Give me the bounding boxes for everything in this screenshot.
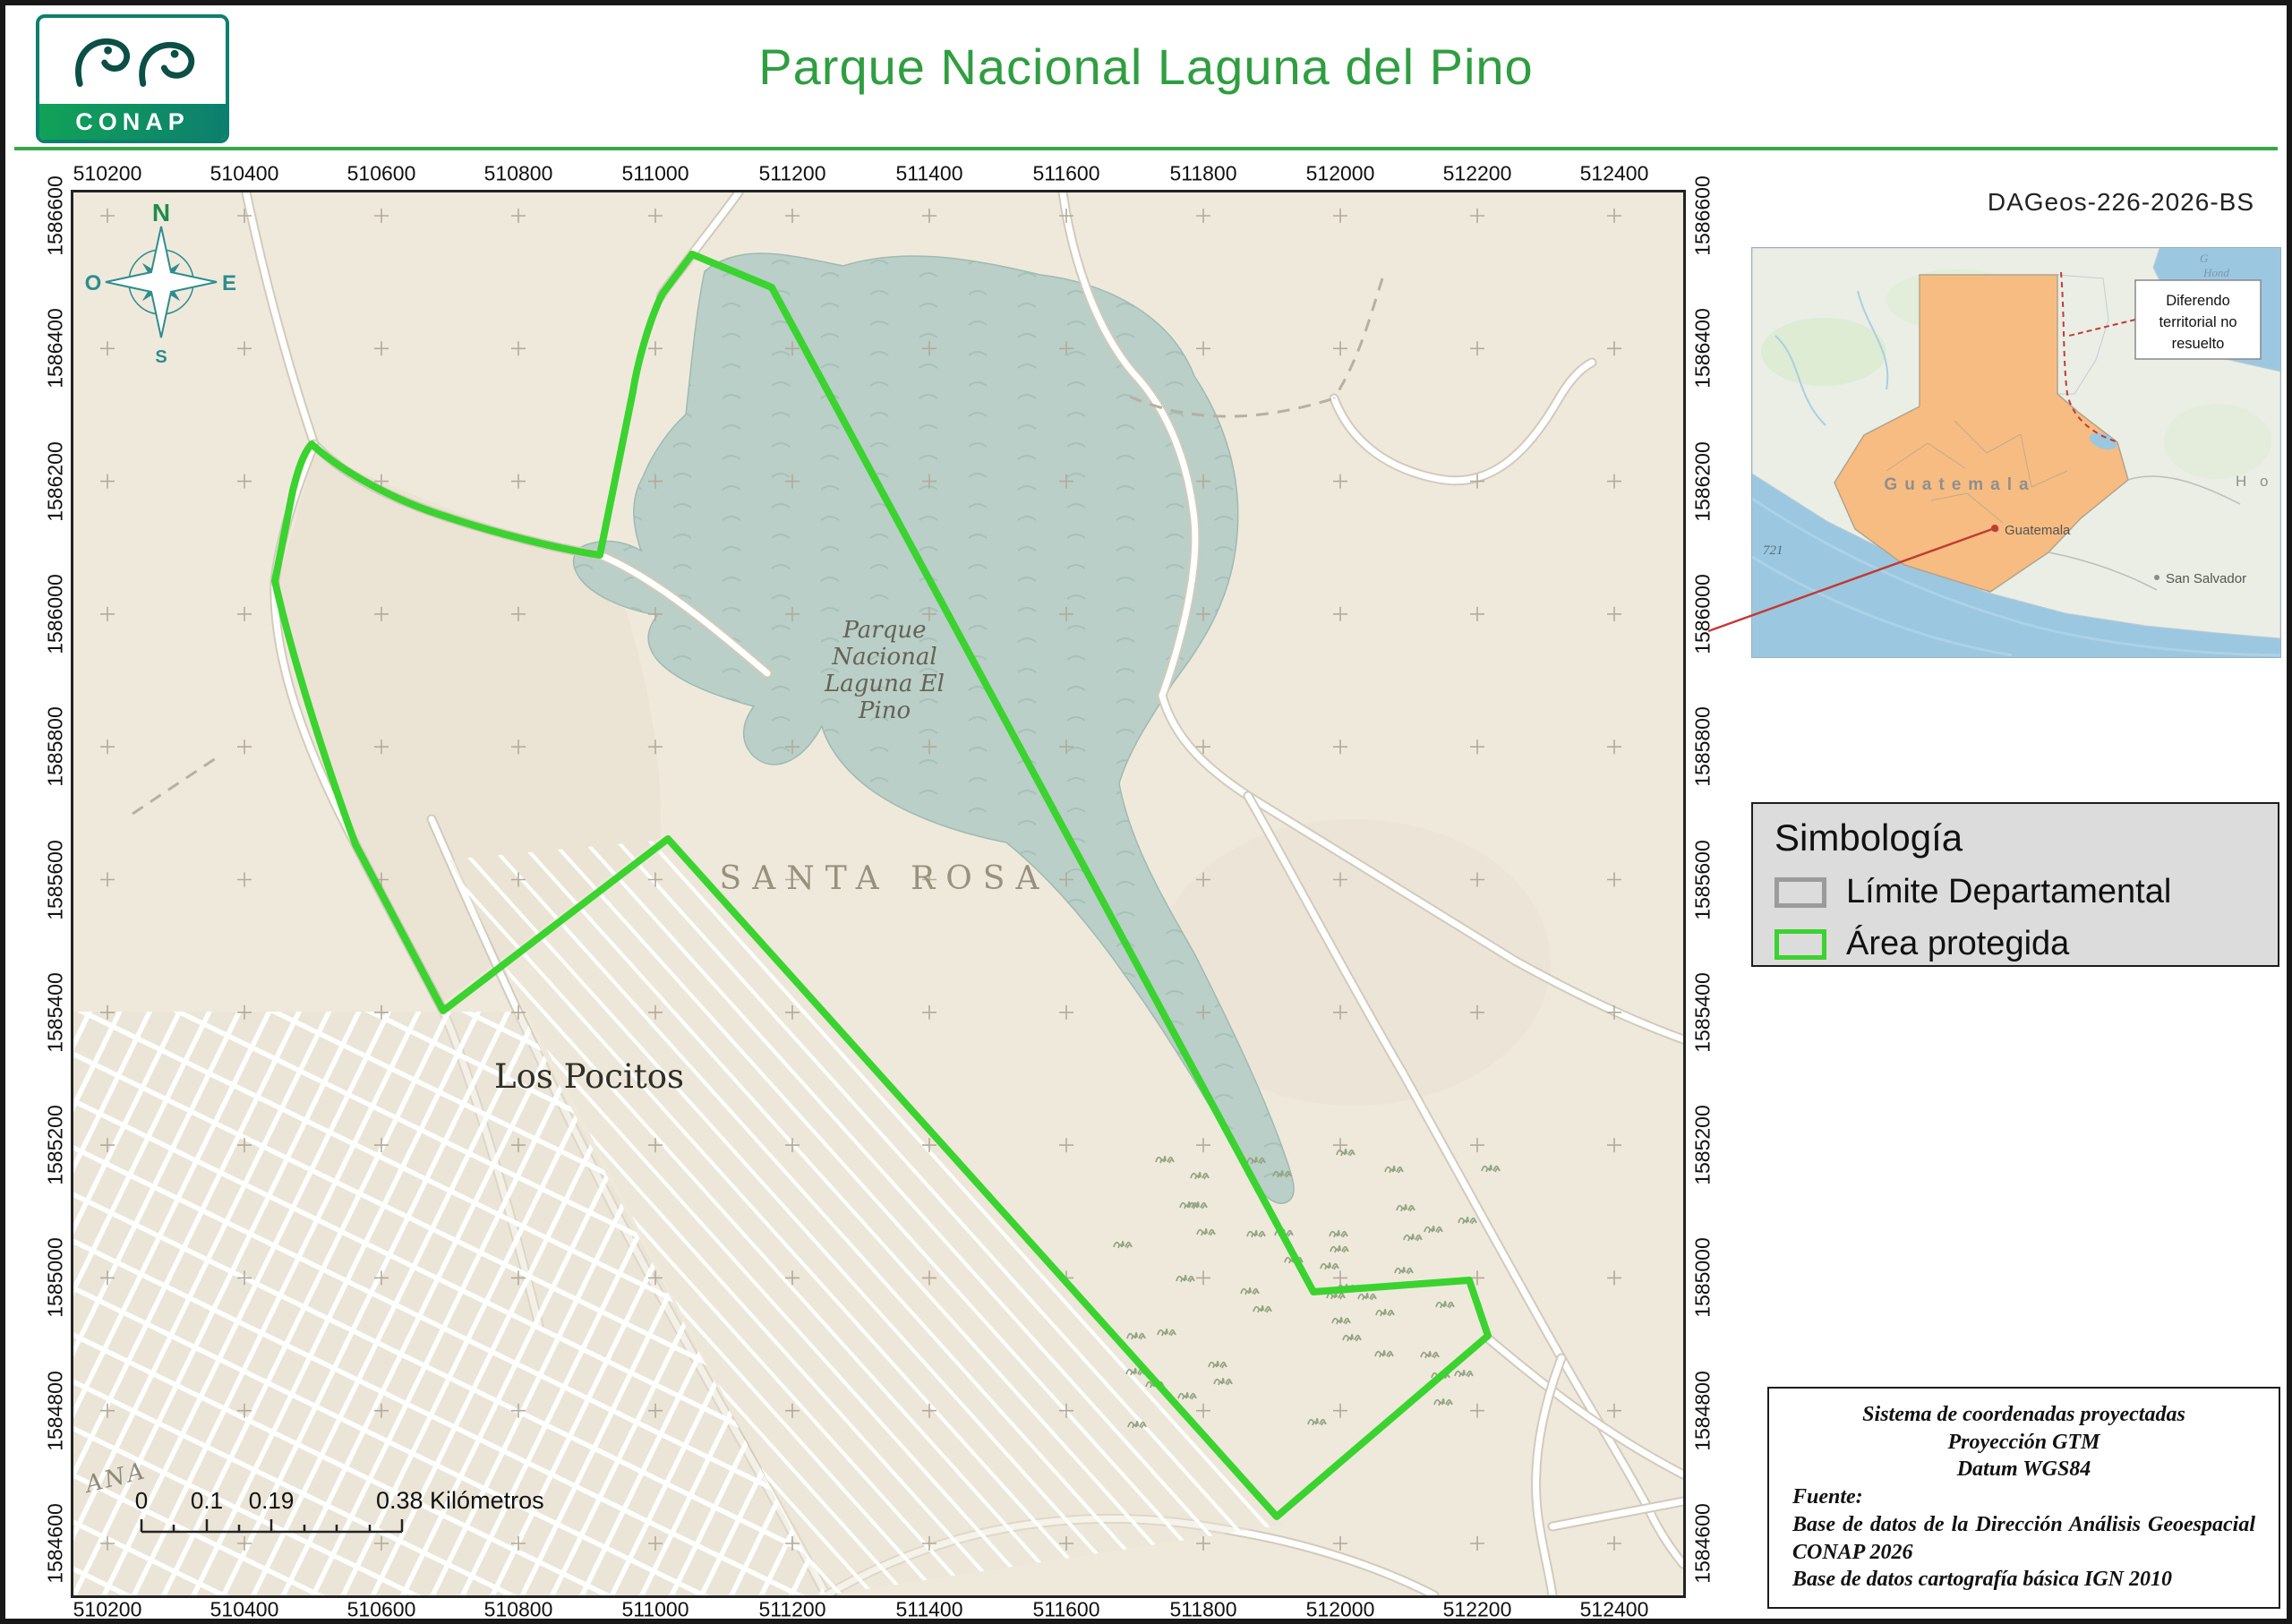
grid-coordinate-label: 510200 [73,1598,142,1622]
grid-coordinate-label: 1585800 [1691,706,1715,787]
main-map-canvas: Parque Nacional Laguna El Pino SANTA ROS… [73,192,1683,1595]
grid-coordinate-label: 1586200 [44,441,68,522]
depth-label: 721 [1763,543,1783,558]
grid-coordinate-label: 1586000 [44,574,68,654]
legend-item-label: Límite Departamental [1846,873,2171,911]
grid-coordinate-label: 1586400 [44,309,68,389]
source-line: Base de datos cartografía básica IGN 201… [1792,1566,2255,1594]
grid-coordinate-label: 510800 [484,1598,553,1622]
sea-partial-label: Hond [2202,266,2229,279]
grid-coordinate-label: 1586600 [1691,175,1715,256]
note-line: resuelto [2172,336,2225,352]
grid-coordinate-label: 512200 [1443,162,1512,186]
sea-partial-label: G [2200,252,2209,265]
departmental-limit-swatch [1775,877,1826,908]
grid-coordinate-label: 511200 [758,1598,825,1622]
grid-coordinate-label: 512000 [1306,162,1375,186]
legend-item-departmental-limit: Límite Departamental [1775,873,2256,911]
legend-item-label: Área protegida [1846,925,2069,963]
lake-name-label: Pino [858,697,911,724]
grid-coordinate-label: 1584600 [1691,1503,1715,1584]
grid-coordinate-label: 511800 [1169,162,1236,186]
protected-area-swatch [1775,929,1826,960]
grid-coordinate-label: 1585000 [44,1238,68,1319]
note-line: territorial no [2159,314,2236,330]
lake-name-label: Nacional [831,644,936,671]
grid-coordinate-label: 1585000 [1691,1238,1715,1319]
grid-coordinate-label: 1584800 [44,1371,68,1451]
inset-map-canvas: G Hond Diferendo territorial no resuelto… [1752,248,2280,657]
grid-coordinate-label: 511600 [1032,162,1099,186]
crs-line: Sistema de coordenadas proyectadas [1792,1401,2255,1429]
header-rule [14,147,2278,150]
page-title: Parque Nacional Laguna del Pino [5,38,2287,96]
grid-coordinate-label: 511200 [758,162,825,186]
grid-coordinate-label: 510600 [347,162,416,186]
grid-coordinate-label: 511000 [621,1598,688,1622]
scale-tick-label: 0 [135,1487,148,1514]
grid-coordinate-label: 511400 [895,162,962,186]
grid-coordinate-label: 510800 [484,162,553,186]
grid-coordinate-label: 511600 [1032,1598,1099,1622]
department-label: SANTA ROSA [720,860,1050,897]
compass-north-label: N [152,199,170,227]
compass-west-label: O [85,271,102,295]
grid-coordinate-label: 1585200 [44,1105,68,1185]
grid-coordinate-label: 1584600 [44,1503,68,1584]
legend-title: Simbología [1775,816,2256,859]
grid-coordinate-label: 1585200 [1691,1105,1715,1185]
country-name-label: Guatemala [1884,475,2035,494]
grid-coordinate-label: 1586400 [1691,309,1715,389]
grid-coordinate-label: 511000 [621,162,688,186]
grid-coordinate-label: 510400 [210,162,279,186]
san-salvador-label: San Salvador [2166,571,2246,586]
capital-city-dot [1993,526,1999,533]
grid-coordinate-label: 1586000 [1691,574,1715,654]
grid-coordinate-label: 512000 [1306,1598,1375,1622]
grid-coordinate-label: 1585400 [44,972,68,1053]
compass-east-label: E [222,271,236,295]
lake-name-label: Laguna El [824,671,945,697]
crs-line: Proyección GTM [1792,1429,2255,1457]
capital-city-label: Guatemala [2005,523,2071,538]
credits-box: Sistema de coordenadas proyectadas Proye… [1767,1387,2280,1609]
document-code: DAGeos-226-2026-BS [1988,188,2254,217]
grid-coordinate-label: 511400 [895,1598,962,1622]
conap-logo-text: CONAP [39,104,226,140]
grid-coordinate-label: 1584800 [1691,1371,1715,1451]
grid-coordinate-label: 512400 [1580,1598,1649,1622]
grid-coordinate-label: 510600 [347,1598,416,1622]
lake-name-label: Parque [842,617,926,644]
crs-line: Datum WGS84 [1792,1456,2255,1483]
legend: Simbología Límite Departamental Área pro… [1751,802,2279,967]
scale-tick-label: 0.19 [249,1487,295,1514]
grid-coordinate-label: 511800 [1169,1598,1236,1622]
grid-coordinate-label: 512200 [1443,1598,1512,1622]
scale-end-label: 0.38 Kilómetros [376,1487,544,1514]
map-sheet: CONAP Parque Nacional Laguna del Pino DA… [0,0,2292,1624]
main-map-frame: Parque Nacional Laguna El Pino SANTA ROS… [71,190,1686,1598]
grid-coordinate-label: 510400 [210,1598,279,1622]
source-heading: Fuente: [1792,1483,2255,1511]
legend-item-protected-area: Área protegida [1775,925,2256,963]
grid-coordinate-label: 1585400 [1691,972,1715,1053]
grid-coordinate-label: 510200 [73,162,142,186]
grid-coordinate-label: 1585600 [44,840,68,920]
note-line: Diferendo [2166,293,2230,309]
town-label: Los Pocitos [494,1057,684,1096]
grid-coordinate-label: 512400 [1580,162,1649,186]
honduras-partial-label: H o [2236,473,2272,490]
grid-coordinate-label: 1586600 [44,175,68,256]
grid-coordinate-label: 1586200 [1691,441,1715,522]
san-salvador-dot [2154,575,2159,580]
source-line: Base de datos de la Dirección Análisis G… [1792,1511,2255,1566]
grid-coordinate-label: 1585600 [1691,840,1715,920]
grid-coordinate-label: 1585800 [44,706,68,787]
scale-tick-label: 0.1 [191,1487,223,1514]
compass-south-label: S [155,347,167,367]
inset-locator-map: G Hond Diferendo territorial no resuelto… [1751,247,2281,658]
